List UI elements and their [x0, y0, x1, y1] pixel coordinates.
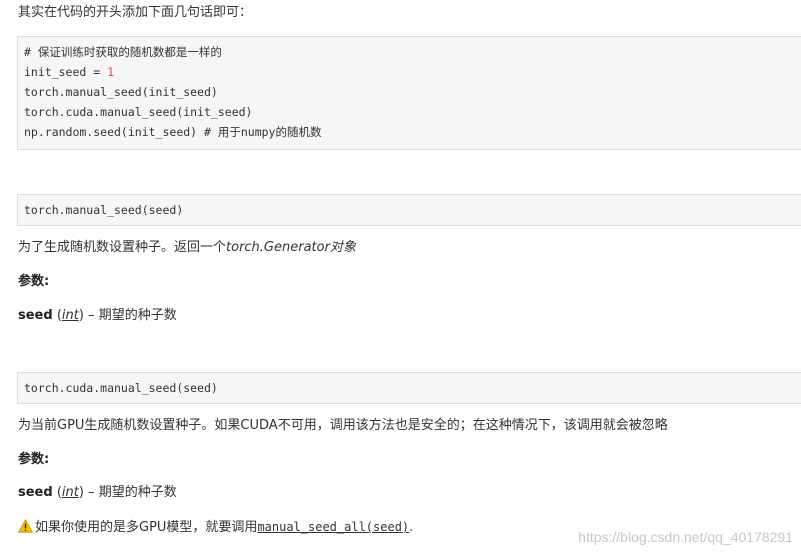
- code-comment: # 保证训练时获取的随机数都是一样的: [24, 45, 222, 59]
- warning-icon: [17, 518, 34, 539]
- code-line-numpy-seed: np.random.seed(init_seed) # 用于numpy的随机数: [24, 125, 322, 139]
- cuda-seed-description: 为当前GPU生成随机数设置种子。如果CUDA不可用，调用该方法也是安全的；在这种…: [18, 418, 668, 433]
- code-line-manual-seed: torch.manual_seed(init_seed): [24, 85, 218, 99]
- code-line-cuda-seed: torch.cuda.manual_seed(init_seed): [24, 105, 253, 119]
- manual-seed-all-link[interactable]: manual_seed_all(seed): [257, 520, 409, 534]
- watermark-url: https://blog.csdn.net/qq_40178291: [578, 529, 793, 545]
- code-block-seed-setup: # 保证训练时获取的随机数都是一样的 init_seed = 1 torch.m…: [17, 36, 801, 150]
- manual-seed-description: 为了生成随机数设置种子。返回一个torch.Generator对象: [18, 240, 356, 255]
- code-number: 1: [107, 65, 115, 79]
- signature-cuda-manual-seed: torch.cuda.manual_seed(seed): [24, 381, 218, 395]
- code-line-init-seed: init_seed = 1: [24, 65, 115, 79]
- param-type-link[interactable]: int: [62, 308, 79, 323]
- param-name: seed: [18, 485, 53, 500]
- generator-object-text: torch.Generator对象: [226, 240, 356, 255]
- multi-gpu-warning: 如果你使用的是多GPU模型，就要调用manual_seed_all(seed).: [17, 518, 413, 539]
- params-label-2: 参数:: [18, 452, 50, 467]
- param-seed-1: seed (int) – 期望的种子数: [18, 308, 177, 323]
- param-type-link[interactable]: int: [62, 485, 79, 500]
- param-seed-2: seed (int) – 期望的种子数: [18, 485, 177, 500]
- code-block-manual-seed-signature: torch.manual_seed(seed): [17, 194, 801, 226]
- params-label-1: 参数:: [18, 274, 50, 289]
- param-name: seed: [18, 308, 53, 323]
- code-block-cuda-seed-signature: torch.cuda.manual_seed(seed): [17, 372, 801, 404]
- signature-manual-seed: torch.manual_seed(seed): [24, 203, 184, 217]
- intro-text: 其实在代码的开头添加下面几句话即可：: [18, 5, 253, 20]
